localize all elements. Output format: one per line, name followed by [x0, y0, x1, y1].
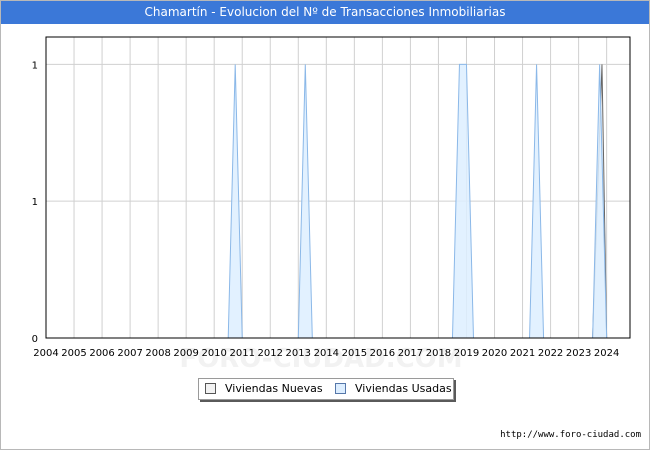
x-tick-label: 2012: [258, 348, 283, 359]
x-tick-label: 2010: [201, 348, 226, 359]
chart-frame: Chamartín - Evolucion del Nº de Transacc…: [0, 0, 650, 450]
y-tick-label: 1: [32, 197, 38, 208]
x-tick-label: 2011: [229, 348, 254, 359]
x-tick-label: 2022: [538, 348, 563, 359]
x-tick-label: 2008: [145, 348, 170, 359]
y-tick-label: 0: [32, 334, 38, 345]
x-tick-label: 2013: [286, 348, 311, 359]
legend-label-usadas: Viviendas Usadas: [355, 382, 452, 395]
x-tick-label: 2024: [594, 348, 619, 359]
footer-url: http://www.foro-ciudad.com: [500, 430, 641, 440]
x-tick-label: 2023: [566, 348, 591, 359]
x-tick-label: 2014: [314, 348, 339, 359]
legend-swatch-usadas: [335, 383, 346, 394]
x-tick-label: 2020: [482, 348, 507, 359]
legend-swatch-nuevas: [205, 383, 216, 394]
x-tick-label: 2016: [370, 348, 395, 359]
x-tick-label: 2009: [173, 348, 198, 359]
legend: Viviendas Nuevas Viviendas Usadas: [198, 378, 454, 400]
legend-item-nuevas: Viviendas Nuevas: [205, 382, 323, 395]
x-tick-label: 2021: [510, 348, 535, 359]
x-tick-label: 2017: [398, 348, 423, 359]
x-tick-label: 2004: [33, 348, 58, 359]
x-tick-label: 2015: [342, 348, 367, 359]
x-tick-label: 2006: [89, 348, 114, 359]
x-tick-label: 2019: [454, 348, 479, 359]
x-tick-label: 2005: [61, 348, 86, 359]
y-tick-label: 1: [32, 60, 38, 71]
x-tick-label: 2007: [117, 348, 142, 359]
legend-label-nuevas: Viviendas Nuevas: [225, 382, 323, 395]
x-tick-label: 2018: [426, 348, 451, 359]
legend-item-usadas: Viviendas Usadas: [335, 382, 452, 395]
